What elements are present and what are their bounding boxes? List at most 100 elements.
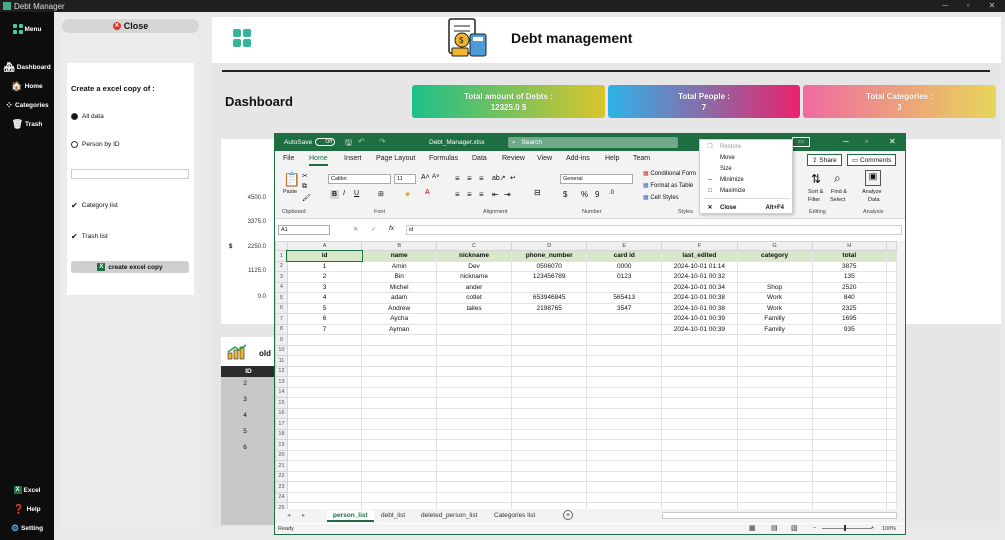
- normal-view-icon[interactable]: ▦: [749, 524, 756, 532]
- window-minimize-icon[interactable]: ─: [938, 0, 952, 12]
- cell-styles-button[interactable]: ▦ Cell Styles: [643, 194, 679, 201]
- sort-filter-icon[interactable]: ⇅: [811, 172, 821, 186]
- column-header[interactable]: A: [286, 241, 363, 251]
- decimal-icon[interactable]: .0: [609, 190, 614, 196]
- sheet-cell[interactable]: [811, 355, 888, 367]
- sheet-cell[interactable]: [661, 334, 738, 346]
- sheet-cell[interactable]: [436, 334, 513, 346]
- find-select-icon[interactable]: ⌕: [834, 171, 841, 186]
- sheet-cell[interactable]: 3547: [586, 302, 663, 314]
- share-button[interactable]: ⇪ Share: [807, 154, 842, 166]
- sheet-cell[interactable]: [736, 386, 813, 398]
- sheet-cell[interactable]: [811, 491, 888, 503]
- sheet-cell[interactable]: [436, 439, 513, 451]
- fill-color-icon[interactable]: ◈: [405, 190, 410, 198]
- sheet-cell[interactable]: 2520: [811, 281, 888, 293]
- sheet-cell[interactable]: [586, 376, 663, 388]
- sheet-cell[interactable]: [286, 460, 363, 472]
- tab-home[interactable]: Home: [309, 155, 328, 166]
- row-number[interactable]: 21: [275, 460, 288, 472]
- sheet-cell[interactable]: [736, 491, 813, 503]
- sheet-cell[interactable]: [811, 386, 888, 398]
- tab-page-layout[interactable]: Page Layout: [376, 155, 415, 162]
- sheet-cell[interactable]: Familly: [736, 313, 813, 325]
- sheet-cell[interactable]: [661, 418, 738, 430]
- sheet-cell[interactable]: [361, 386, 438, 398]
- sheet-cell[interactable]: [586, 439, 663, 451]
- sheet-cell[interactable]: [361, 460, 438, 472]
- sheet-cell[interactable]: 123456789: [511, 271, 588, 283]
- conditional-format-button[interactable]: ▦ Conditional Form: [643, 170, 696, 177]
- sheet-cell[interactable]: [586, 470, 663, 482]
- sheet-cell[interactable]: [736, 397, 813, 409]
- sheet-cell[interactable]: [586, 313, 663, 325]
- merge-center-icon[interactable]: ⊟: [534, 188, 541, 197]
- increase-font-icon[interactable]: A˄: [421, 174, 430, 181]
- percent-icon[interactable]: %: [581, 190, 588, 199]
- sheet-cell[interactable]: [736, 460, 813, 472]
- sheet-cell[interactable]: [661, 481, 738, 493]
- sheet-cell[interactable]: [436, 407, 513, 419]
- sheet-cell[interactable]: [436, 449, 513, 461]
- sheet-cell[interactable]: Andrew: [361, 302, 438, 314]
- sheet-cell[interactable]: [811, 407, 888, 419]
- sheet-cell[interactable]: [736, 428, 813, 440]
- sheet-tab-categories-list[interactable]: Categories list: [488, 510, 541, 522]
- align-bottom-icon[interactable]: ≡: [479, 174, 484, 183]
- sheet-cell[interactable]: [811, 470, 888, 482]
- sheet-cell[interactable]: [511, 313, 588, 325]
- row-number[interactable]: 9: [275, 334, 288, 346]
- sheet-cell[interactable]: [736, 260, 813, 272]
- sheet-cell[interactable]: [361, 407, 438, 419]
- sheet-cell[interactable]: [436, 386, 513, 398]
- sheet-cell[interactable]: [811, 449, 888, 461]
- sheet-cell[interactable]: [511, 407, 588, 419]
- zoom-out-icon[interactable]: −: [813, 525, 816, 531]
- ribbon-display-icon[interactable]: ▭: [792, 137, 810, 147]
- sheet-cell[interactable]: [586, 323, 663, 335]
- sheet-cell[interactable]: [511, 491, 588, 503]
- sheet-cell[interactable]: [511, 397, 588, 409]
- sheet-cell[interactable]: [661, 449, 738, 461]
- next-sheet-icon[interactable]: ▸: [302, 511, 305, 519]
- sheet-cell[interactable]: [286, 481, 363, 493]
- sheet-cell[interactable]: [511, 355, 588, 367]
- sheet-cell[interactable]: id: [286, 249, 363, 262]
- sheet-tab-deleted-person-list[interactable]: deleted_person_list: [415, 510, 483, 522]
- menu-item-minimize[interactable]: ─ Minimize: [700, 174, 794, 185]
- row-number[interactable]: 13: [275, 376, 288, 388]
- row-number[interactable]: 8: [275, 323, 288, 335]
- sheet-cell[interactable]: [586, 481, 663, 493]
- comma-icon[interactable]: 9: [595, 190, 599, 199]
- currency-icon[interactable]: $: [563, 190, 567, 199]
- row-number[interactable]: 19: [275, 439, 288, 451]
- sheet-cell[interactable]: [736, 355, 813, 367]
- sheet-cell[interactable]: [661, 386, 738, 398]
- cancel-formula-icon[interactable]: ✕: [353, 225, 358, 233]
- sheet-cell[interactable]: [586, 386, 663, 398]
- sheet-cell[interactable]: [361, 344, 438, 356]
- prev-sheet-icon[interactable]: ◂: [287, 511, 290, 519]
- sheet-cell[interactable]: 2325: [811, 302, 888, 314]
- sheet-cell[interactable]: [811, 344, 888, 356]
- sheet-cell[interactable]: [661, 376, 738, 388]
- row-number[interactable]: 2: [275, 260, 288, 272]
- italic-icon[interactable]: I: [343, 190, 345, 197]
- sheet-cell[interactable]: [361, 418, 438, 430]
- checkbox-trash-list[interactable]: ✔ Trash list: [71, 232, 108, 241]
- sheet-cell[interactable]: 4: [286, 292, 363, 304]
- font-color-icon[interactable]: A: [425, 189, 430, 196]
- cut-icon[interactable]: ✂: [302, 172, 308, 180]
- sheet-cell[interactable]: 840: [811, 292, 888, 304]
- excel-search-box[interactable]: ⌕ Search: [508, 137, 678, 148]
- radio-all-data[interactable]: All data: [71, 113, 104, 120]
- row-number[interactable]: 16: [275, 407, 288, 419]
- sheet-cell[interactable]: 935: [811, 323, 888, 335]
- sheet-cell[interactable]: [586, 449, 663, 461]
- sheet-cell[interactable]: [286, 428, 363, 440]
- column-header[interactable]: G: [736, 241, 813, 251]
- radio-person-by-id[interactable]: Person by ID: [71, 141, 120, 148]
- sheet-cell[interactable]: Bin: [361, 271, 438, 283]
- undo-icon[interactable]: ↶: [358, 137, 365, 146]
- zoom-slider[interactable]: [822, 528, 872, 529]
